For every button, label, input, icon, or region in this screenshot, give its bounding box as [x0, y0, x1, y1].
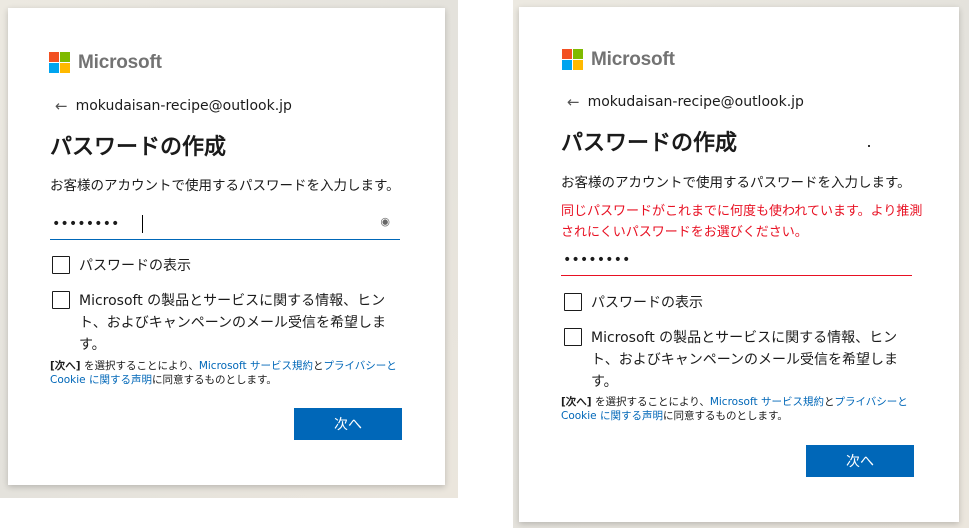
- cookie-statement-link[interactable]: Cookie に関する声明: [50, 374, 152, 386]
- terms-next-ref: [次へ]: [50, 360, 81, 372]
- marketing-optin-row[interactable]: Microsoft の製品とサービスに関する情報、ヒント、およびキャンペーンのメ…: [564, 327, 914, 393]
- marketing-optin-label: Microsoft の製品とサービスに関する情報、ヒント、およびキャンペーンのメ…: [591, 330, 899, 390]
- marketing-optin-checkbox[interactable]: [564, 328, 582, 346]
- privacy-link[interactable]: プライバシーと: [834, 396, 907, 408]
- error-line-2: されにくいパスワードをお選びください。: [561, 225, 808, 240]
- microsoft-logo-icon: [49, 52, 71, 74]
- account-email: mokudaisan-recipe@outlook.jp: [587, 94, 804, 110]
- terms-next-ref: [次へ]: [561, 396, 592, 408]
- password-field[interactable]: ◉: [50, 209, 400, 240]
- password-input[interactable]: [561, 245, 912, 275]
- stray-dot: [868, 145, 870, 147]
- show-password-label: パスワードの表示: [79, 258, 191, 274]
- terms-text: を選択することにより、: [591, 396, 710, 408]
- back-arrow-icon[interactable]: ←: [55, 97, 68, 115]
- marketing-optin-row[interactable]: Microsoft の製品とサービスに関する情報、ヒント、およびキャンペーンのメ…: [52, 290, 402, 356]
- terms-and: と: [312, 360, 324, 372]
- microsoft-logo: Microsoft: [49, 52, 162, 74]
- page-title: パスワードの作成: [50, 135, 227, 160]
- terms-notice: [次へ] を選択することにより、Microsoft サービス規約とプライバシーと…: [561, 395, 911, 423]
- right-signup-card: Microsoft ← mokudaisan-recipe@outlook.jp…: [519, 7, 959, 522]
- show-password-checkbox[interactable]: [564, 293, 582, 311]
- next-button[interactable]: 次へ: [294, 408, 402, 440]
- terms-text: を選択することにより、: [80, 360, 199, 372]
- page-title: パスワードの作成: [561, 131, 738, 156]
- terms-and: と: [823, 396, 835, 408]
- password-field[interactable]: [561, 245, 912, 276]
- microsoft-logo-text: Microsoft: [78, 52, 162, 73]
- text-caret: [142, 215, 143, 233]
- privacy-link[interactable]: プライバシーと: [323, 360, 396, 372]
- show-password-row[interactable]: パスワードの表示: [52, 255, 191, 277]
- services-agreement-link[interactable]: Microsoft サービス規約: [199, 360, 313, 372]
- password-input[interactable]: [50, 209, 400, 239]
- reveal-password-icon[interactable]: ◉: [380, 215, 390, 228]
- left-signup-card: Microsoft ← mokudaisan-recipe@outlook.jp…: [8, 8, 445, 485]
- page-description: お客様のアカウントで使用するパスワードを入力します。: [50, 178, 400, 194]
- marketing-optin-checkbox[interactable]: [52, 291, 70, 309]
- next-button[interactable]: 次へ: [806, 445, 914, 477]
- show-password-checkbox[interactable]: [52, 256, 70, 274]
- password-error-message: 同じパスワードがこれまでに何度も使われています。より推測 されにくいパスワードを…: [561, 201, 931, 243]
- identity-banner: ← mokudaisan-recipe@outlook.jp: [567, 93, 804, 111]
- show-password-row[interactable]: パスワードの表示: [564, 292, 703, 314]
- error-line-1: 同じパスワードがこれまでに何度も使われています。より推測: [561, 204, 923, 219]
- identity-banner: ← mokudaisan-recipe@outlook.jp: [55, 97, 292, 115]
- marketing-optin-label: Microsoft の製品とサービスに関する情報、ヒント、およびキャンペーンのメ…: [79, 293, 387, 353]
- account-email: mokudaisan-recipe@outlook.jp: [75, 98, 292, 114]
- terms-agree-text: に同意するものとします。: [662, 410, 788, 422]
- back-arrow-icon[interactable]: ←: [567, 93, 580, 111]
- cookie-statement-link[interactable]: Cookie に関する声明: [561, 410, 663, 422]
- microsoft-logo-icon: [562, 49, 584, 71]
- microsoft-logo-text: Microsoft: [591, 49, 675, 70]
- terms-notice: [次へ] を選択することにより、Microsoft サービス規約とプライバシーと…: [50, 359, 400, 387]
- terms-agree-text: に同意するものとします。: [151, 374, 277, 386]
- microsoft-logo: Microsoft: [562, 49, 675, 71]
- page-description: お客様のアカウントで使用するパスワードを入力します。: [561, 175, 911, 191]
- services-agreement-link[interactable]: Microsoft サービス規約: [710, 396, 824, 408]
- show-password-label: パスワードの表示: [591, 295, 703, 311]
